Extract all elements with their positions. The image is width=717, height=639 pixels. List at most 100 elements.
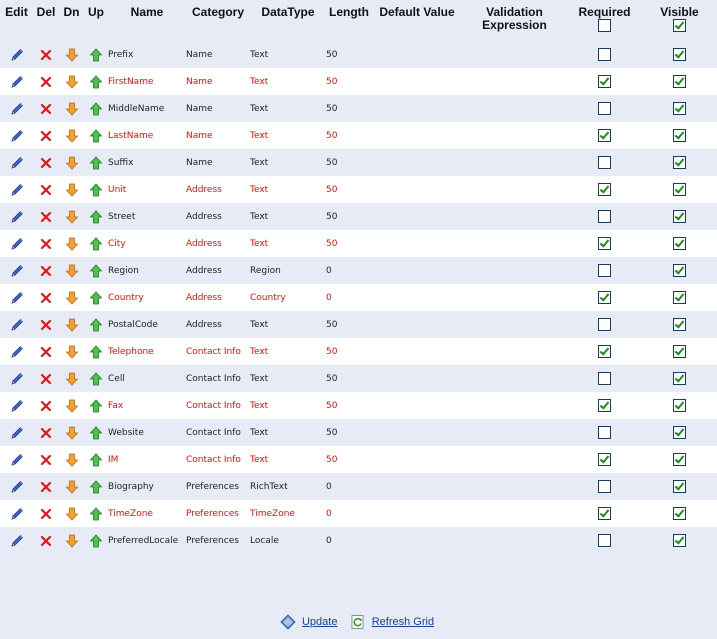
visible-select-all-checkbox[interactable] xyxy=(673,19,686,33)
orange-arrow-down-icon[interactable] xyxy=(64,236,80,252)
refresh-icon[interactable] xyxy=(350,614,366,630)
red-x-icon[interactable] xyxy=(38,155,54,171)
red-x-icon[interactable] xyxy=(38,344,54,360)
required-checkbox[interactable] xyxy=(598,75,611,88)
green-arrow-up-icon[interactable] xyxy=(88,236,104,252)
diamond-update-icon[interactable] xyxy=(280,614,296,630)
required-checkbox[interactable] xyxy=(598,210,611,223)
required-checkbox[interactable] xyxy=(598,291,611,304)
orange-arrow-down-icon[interactable] xyxy=(64,452,80,468)
orange-arrow-down-icon[interactable] xyxy=(64,209,80,225)
required-checkbox[interactable] xyxy=(598,399,611,412)
orange-arrow-down-icon[interactable] xyxy=(64,425,80,441)
required-checkbox[interactable] xyxy=(598,129,611,142)
green-arrow-up-icon[interactable] xyxy=(88,479,104,495)
orange-arrow-down-icon[interactable] xyxy=(64,371,80,387)
red-x-icon[interactable] xyxy=(38,101,54,117)
visible-checkbox[interactable] xyxy=(673,507,686,520)
red-x-icon[interactable] xyxy=(38,182,54,198)
red-x-icon[interactable] xyxy=(38,263,54,279)
green-arrow-up-icon[interactable] xyxy=(88,425,104,441)
green-arrow-up-icon[interactable] xyxy=(88,317,104,333)
red-x-icon[interactable] xyxy=(38,506,54,522)
green-arrow-up-icon[interactable] xyxy=(88,371,104,387)
pencil-icon[interactable] xyxy=(9,155,25,171)
visible-checkbox[interactable] xyxy=(673,345,686,358)
required-checkbox[interactable] xyxy=(598,534,611,547)
red-x-icon[interactable] xyxy=(38,290,54,306)
required-checkbox[interactable] xyxy=(598,453,611,466)
pencil-icon[interactable] xyxy=(9,290,25,306)
visible-checkbox[interactable] xyxy=(673,318,686,331)
visible-checkbox[interactable] xyxy=(673,183,686,196)
pencil-icon[interactable] xyxy=(9,47,25,63)
green-arrow-up-icon[interactable] xyxy=(88,452,104,468)
red-x-icon[interactable] xyxy=(38,317,54,333)
pencil-icon[interactable] xyxy=(9,371,25,387)
red-x-icon[interactable] xyxy=(38,47,54,63)
pencil-icon[interactable] xyxy=(9,425,25,441)
orange-arrow-down-icon[interactable] xyxy=(64,344,80,360)
green-arrow-up-icon[interactable] xyxy=(88,506,104,522)
pencil-icon[interactable] xyxy=(9,263,25,279)
pencil-icon[interactable] xyxy=(9,209,25,225)
required-checkbox[interactable] xyxy=(598,264,611,277)
pencil-icon[interactable] xyxy=(9,533,25,549)
required-checkbox[interactable] xyxy=(598,372,611,385)
red-x-icon[interactable] xyxy=(38,533,54,549)
red-x-icon[interactable] xyxy=(38,479,54,495)
visible-checkbox[interactable] xyxy=(673,129,686,142)
red-x-icon[interactable] xyxy=(38,209,54,225)
visible-checkbox[interactable] xyxy=(673,156,686,169)
green-arrow-up-icon[interactable] xyxy=(88,344,104,360)
pencil-icon[interactable] xyxy=(9,479,25,495)
orange-arrow-down-icon[interactable] xyxy=(64,506,80,522)
pencil-icon[interactable] xyxy=(9,317,25,333)
required-checkbox[interactable] xyxy=(598,237,611,250)
red-x-icon[interactable] xyxy=(38,425,54,441)
required-checkbox[interactable] xyxy=(598,48,611,61)
visible-checkbox[interactable] xyxy=(673,372,686,385)
pencil-icon[interactable] xyxy=(9,236,25,252)
visible-checkbox[interactable] xyxy=(673,102,686,115)
update-link[interactable]: Update xyxy=(302,616,337,628)
green-arrow-up-icon[interactable] xyxy=(88,182,104,198)
visible-checkbox[interactable] xyxy=(673,453,686,466)
green-arrow-up-icon[interactable] xyxy=(88,74,104,90)
pencil-icon[interactable] xyxy=(9,452,25,468)
green-arrow-up-icon[interactable] xyxy=(88,290,104,306)
pencil-icon[interactable] xyxy=(9,182,25,198)
orange-arrow-down-icon[interactable] xyxy=(64,398,80,414)
visible-checkbox[interactable] xyxy=(673,264,686,277)
green-arrow-up-icon[interactable] xyxy=(88,533,104,549)
red-x-icon[interactable] xyxy=(38,371,54,387)
visible-checkbox[interactable] xyxy=(673,399,686,412)
green-arrow-up-icon[interactable] xyxy=(88,263,104,279)
visible-checkbox[interactable] xyxy=(673,75,686,88)
red-x-icon[interactable] xyxy=(38,398,54,414)
red-x-icon[interactable] xyxy=(38,452,54,468)
green-arrow-up-icon[interactable] xyxy=(88,47,104,63)
green-arrow-up-icon[interactable] xyxy=(88,398,104,414)
pencil-icon[interactable] xyxy=(9,74,25,90)
orange-arrow-down-icon[interactable] xyxy=(64,479,80,495)
refresh-grid-link[interactable]: Refresh Grid xyxy=(372,616,434,628)
required-checkbox[interactable] xyxy=(598,507,611,520)
red-x-icon[interactable] xyxy=(38,236,54,252)
required-checkbox[interactable] xyxy=(598,426,611,439)
required-checkbox[interactable] xyxy=(598,480,611,493)
visible-checkbox[interactable] xyxy=(673,426,686,439)
pencil-icon[interactable] xyxy=(9,506,25,522)
green-arrow-up-icon[interactable] xyxy=(88,128,104,144)
orange-arrow-down-icon[interactable] xyxy=(64,533,80,549)
green-arrow-up-icon[interactable] xyxy=(88,101,104,117)
orange-arrow-down-icon[interactable] xyxy=(64,182,80,198)
required-select-all-checkbox[interactable] xyxy=(598,19,611,33)
red-x-icon[interactable] xyxy=(38,128,54,144)
orange-arrow-down-icon[interactable] xyxy=(64,155,80,171)
visible-checkbox[interactable] xyxy=(673,237,686,250)
required-checkbox[interactable] xyxy=(598,156,611,169)
green-arrow-up-icon[interactable] xyxy=(88,209,104,225)
visible-checkbox[interactable] xyxy=(673,48,686,61)
green-arrow-up-icon[interactable] xyxy=(88,155,104,171)
